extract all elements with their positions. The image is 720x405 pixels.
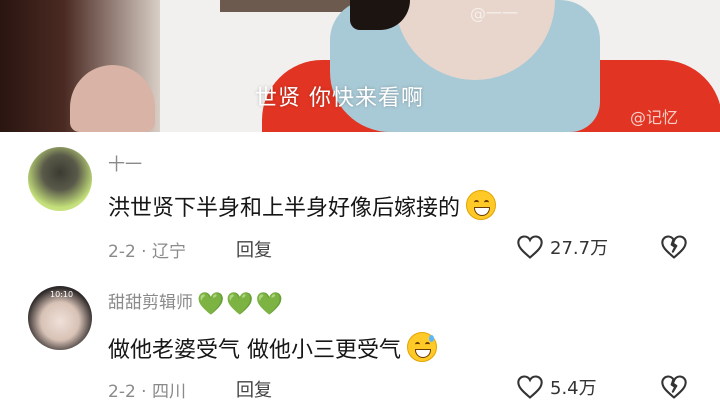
video-subtitle: 世贤 你快来看啊 (255, 86, 424, 111)
avatar-time-overlay: 10:10 (50, 290, 74, 299)
comment-text-content: 做他老婆受气 做他小三更受气 (108, 338, 401, 363)
dislike-button[interactable] (660, 374, 688, 404)
reply-button[interactable]: 回复 (236, 236, 272, 262)
like-count: 27.7万 (550, 238, 609, 259)
comment-date-location: 2-2 · 辽宁 (108, 242, 186, 262)
dislike-button[interactable] (660, 234, 688, 264)
like-button[interactable]: 5.4万 (516, 374, 597, 400)
green-hearts-icon: 💚💚💚 (197, 292, 286, 317)
comment-username[interactable]: 甜甜剪辑师 💚💚💚 (108, 288, 285, 317)
broken-heart-icon (661, 375, 687, 399)
comment-username-text: 甜甜剪辑师 (108, 293, 193, 313)
heart-outline-icon (517, 235, 543, 259)
like-count: 5.4万 (550, 378, 597, 399)
video-player[interactable]: 世贤 你快来看啊 @一一 @记忆 (0, 0, 720, 132)
avatar[interactable] (28, 147, 92, 211)
broken-heart-icon (661, 235, 687, 259)
heart-outline-icon (517, 375, 543, 399)
comment-username[interactable]: 十一 (108, 150, 142, 175)
comment-text: 洪世贤下半身和上半身好像后嫁接的 (108, 190, 497, 222)
grinning-smile-emoji-icon (466, 190, 497, 220)
comment-date-location: 2-2 · 四川 (108, 382, 186, 402)
like-button[interactable]: 27.7万 (516, 234, 608, 260)
comment-item: 10:10 甜甜剪辑师 💚💚💚 做他老婆受气 做他小三更受气 2-2 · 四川 回… (0, 280, 720, 405)
comment-text: 做他老婆受气 做他小三更受气 (108, 332, 437, 364)
reply-button[interactable]: 回复 (236, 376, 272, 402)
comment-text-content: 洪世贤下半身和上半身好像后嫁接的 (108, 196, 461, 221)
watermark-top: @一一 (470, 4, 519, 23)
watermark-bottom: @记忆 (630, 108, 679, 127)
comment-item: 十一 洪世贤下半身和上半身好像后嫁接的 2-2 · 辽宁 回复 27.7万 (0, 140, 720, 270)
avatar[interactable]: 10:10 (28, 286, 92, 350)
grinning-sweat-emoji-icon (407, 332, 437, 362)
